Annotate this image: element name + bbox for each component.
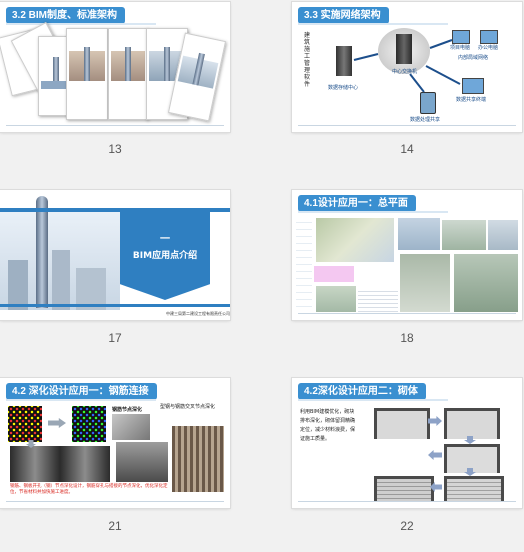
wall-model-image xyxy=(444,476,504,501)
bottom-blue-band xyxy=(0,304,230,307)
left-arrow-icon xyxy=(428,450,442,460)
slide-number: 13 xyxy=(108,142,122,156)
annotation-box xyxy=(314,266,354,282)
rebar-grid-image xyxy=(72,406,106,442)
slide-thumbnail-14[interactable]: 3.3 实施网络架构 建筑施工管理软件 数据存储中心 中心交换机 项目电脑 办公… xyxy=(292,2,522,132)
slide-title: 4.2深化设计应用二：砌体 xyxy=(298,383,426,400)
slide-title: 4.1设计应用一：总平面 xyxy=(298,195,416,212)
chapter-mark: 一 xyxy=(160,234,170,245)
chapter-title: BIM应用点介绍 xyxy=(132,251,198,261)
slide-number: 17 xyxy=(108,331,122,345)
title-underline xyxy=(298,399,448,401)
top-blue-band xyxy=(0,208,230,212)
text-block xyxy=(358,288,398,312)
slide-number: 14 xyxy=(400,142,414,156)
side-caption: 型钢与钢筋交叉节点深化 xyxy=(160,404,216,410)
buildings-image xyxy=(52,250,70,310)
connector-lines xyxy=(353,39,461,93)
site-model-image xyxy=(488,220,518,250)
site-model-image xyxy=(296,216,312,312)
site-model-image xyxy=(400,254,450,312)
steel-joint-image xyxy=(112,414,150,440)
slide-thumbnail-17[interactable]: 一 BIM应用点介绍 中建三局第二建设工程有限责任公司 xyxy=(0,190,230,320)
wall-model-image xyxy=(444,408,500,439)
slide-thumbnail-18[interactable]: 4.1设计应用一：总平面 xyxy=(292,190,522,320)
right-arrow-icon xyxy=(428,416,442,426)
title-underline xyxy=(6,23,156,25)
right-arrow-icon xyxy=(48,418,66,428)
document-page xyxy=(108,28,148,120)
buildings-image xyxy=(8,260,28,310)
bottom-caption: 钢筋、钢板开孔（钢）节点深化设计，钢筋穿孔与搭接的节点深化，优化深化定位，节省材… xyxy=(10,484,168,495)
title-underline xyxy=(6,399,156,401)
side-caption: 利用BIM建模优化，砌块排布深化，砌体留洞精确定位，减少材料浪费，保证施工质量。 xyxy=(300,409,356,442)
wall-model-image xyxy=(374,408,430,439)
wall-model-image xyxy=(374,476,434,501)
slide-title: 4.2 深化设计应用一：钢筋连接 xyxy=(6,383,157,400)
rebar-grid-image xyxy=(8,406,42,442)
site-model-image xyxy=(316,218,394,262)
slide-thumbnail-21[interactable]: 4.2 深化设计应用一：钢筋连接 钢筋节点深化 型钢与钢筋交叉节点深化 钢筋、钢… xyxy=(0,378,230,508)
slide-title: 3.2 BIM制度、标准架构 xyxy=(6,7,126,24)
title-underline xyxy=(298,211,448,213)
document-page xyxy=(66,28,108,120)
center-label: 钢筋节点深化 xyxy=(112,407,143,413)
steel-column-image xyxy=(116,442,168,482)
site-model-image xyxy=(442,220,486,250)
site-model-image xyxy=(454,254,518,312)
slide-thumbnail-13[interactable]: 3.2 BIM制度、标准架构 xyxy=(0,2,230,132)
steel-column-image xyxy=(10,446,110,482)
slide-number: 18 xyxy=(400,331,414,345)
site-model-image xyxy=(398,218,440,250)
site-photo xyxy=(172,426,224,492)
slide-thumbnail-22[interactable]: 4.2深化设计应用二：砌体 利用BIM建模优化，砌块排布深化，砌体留洞精确定位，… xyxy=(292,378,522,508)
company-footer: 中建三局第二建设工程有限责任公司 xyxy=(166,311,230,316)
skyscraper-image xyxy=(36,196,48,308)
slide-number: 21 xyxy=(108,519,122,533)
site-model-image xyxy=(316,286,356,312)
slide-number: 22 xyxy=(400,519,414,533)
